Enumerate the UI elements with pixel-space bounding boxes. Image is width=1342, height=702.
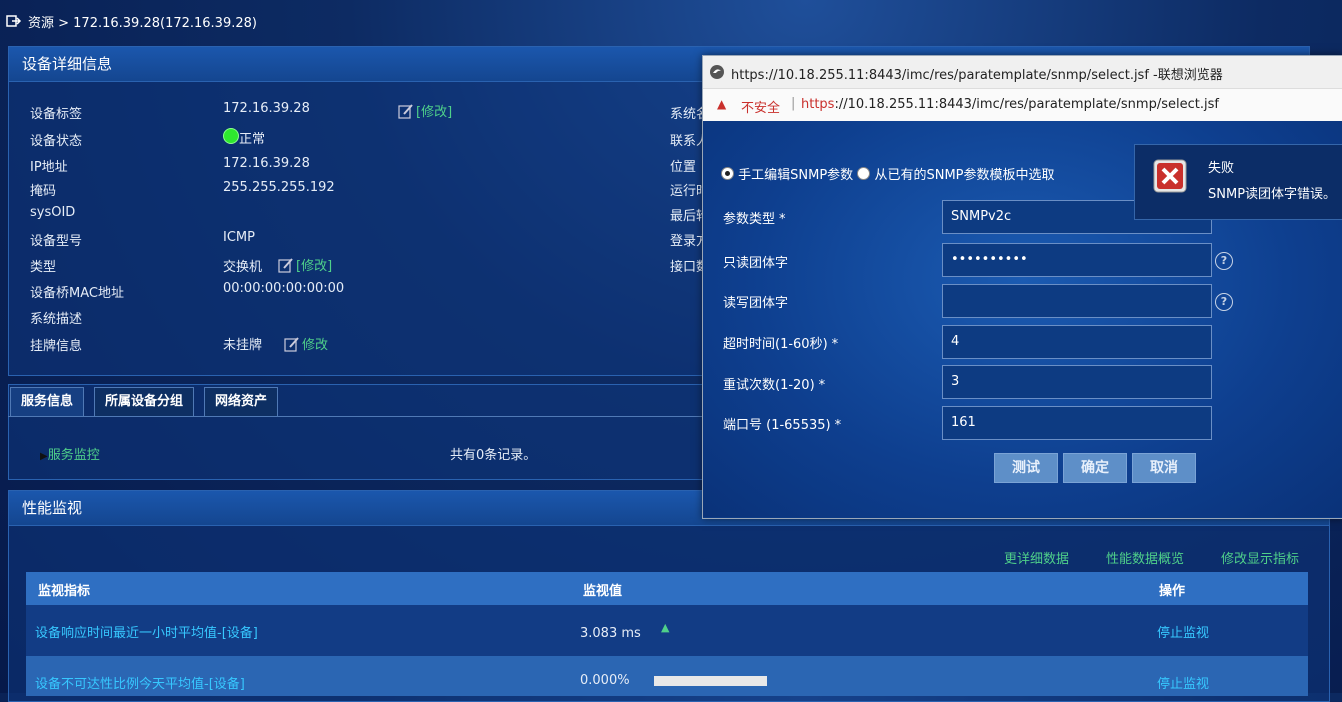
metric-link[interactable]: 设备不可达性比例今天平均值-[设备] [35,673,245,692]
status-ok-icon [223,128,239,144]
label-sysoid: sysOID [30,205,76,220]
timeout-input[interactable]: 4 [942,325,1212,359]
stop-monitor-link[interactable]: 停止监视 [1157,673,1209,692]
toast-message: SNMP读团体字错误。 [1208,187,1337,202]
label-read-community: 只读团体字 [723,256,789,271]
ok-button[interactable]: 确定 [1063,453,1127,483]
trend-up-icon: ▲ [661,621,670,634]
radio-template[interactable]: 从已有的SNMP参数模板中选取 [857,167,1055,183]
toast-title: 失败 [1208,161,1235,176]
tab-device-group[interactable]: 所属设备分组 [94,387,195,416]
snmp-select-popup: https://10.18.255.11:8443/imc/res/parate… [702,55,1342,519]
stop-monitor-link[interactable]: 停止监视 [1157,622,1209,641]
tab-network-assets[interactable]: 网络资产 [204,387,279,416]
metric-value: 0.000% [580,673,630,688]
radio-selected-icon [721,167,734,180]
value-type: 交换机 [223,260,263,275]
record-count: 共有0条记录。 [450,448,537,463]
value-tag-info: 未挂牌 [223,338,263,353]
edit-tag-info-link[interactable]: 修改 [284,334,328,353]
radio-unselected-icon [857,167,871,180]
edit-icon [284,336,299,352]
value-model: ICMP [223,230,255,245]
label-location: 位置 [670,160,697,175]
label-model: 设备型号 [30,234,83,249]
address-divider: | [791,96,796,111]
tab-service-info[interactable]: 服务信息 [10,387,85,416]
expand-arrow-icon: ▶ [40,451,48,462]
port-input[interactable]: 161 [942,406,1212,440]
perf-table-header [26,572,1308,605]
label-tag-info: 挂牌信息 [30,339,83,354]
availability-bar [654,676,767,686]
browser-logo-icon [710,65,724,79]
value-bridge-mac: 00:00:00:00:00:00 [223,281,345,296]
label-device-status: 设备状态 [30,134,83,149]
header-metric: 监视指标 [38,584,91,599]
url-scheme: https [801,97,835,112]
value-device-status: 正常 [223,128,265,147]
label-timeout: 超时时间(1-60秒) * [723,337,839,352]
edit-type-link[interactable]: [修改] [278,255,332,274]
edit-icon [278,257,293,273]
label-type: 类型 [30,260,57,275]
modify-metrics-link[interactable]: 修改显示指标 [1221,548,1299,567]
edit-label: [修改] [416,105,453,120]
label-bridge-mac: 设备桥MAC地址 [30,286,124,301]
insecure-label: 不安全 [741,101,781,116]
value-device-tag: 172.16.39.28 [223,101,310,116]
metric-link[interactable]: 设备响应时间最近一小时平均值-[设备] [35,622,258,641]
radio-manual-label: 手工编辑SNMP参数 [738,168,854,183]
value-mask: 255.255.255.192 [223,180,335,195]
resource-icon [6,14,22,27]
label-ip: IP地址 [30,160,68,175]
service-monitor-label: 服务监控 [47,448,100,463]
label-port: 端口号 (1-65535) * [723,418,842,433]
edit-label: [修改] [296,259,333,274]
radio-template-label: 从已有的SNMP参数模板中选取 [874,168,1055,183]
error-toast: 失败 SNMP读团体字错误。 [1134,144,1342,220]
breadcrumb: 资源 > 172.16.39.28(172.16.39.28) [6,12,257,31]
popup-window-title: https://10.18.255.11:8443/imc/res/parate… [731,68,1223,83]
radio-manual[interactable]: 手工编辑SNMP参数 [721,167,854,183]
edit-icon [398,103,413,119]
label-sys-desc: 系统描述 [30,312,83,327]
edit-label: 修改 [302,338,329,353]
more-detail-link[interactable]: 更详细数据 [1004,548,1069,567]
status-text: 正常 [239,132,266,147]
metric-value: 3.083 ms [580,626,641,641]
service-monitor-toggle[interactable]: ▶服务监控 [40,444,100,463]
popup-titlebar[interactable]: https://10.18.255.11:8443/imc/res/parate… [703,56,1342,88]
help-icon[interactable]: ? [1215,293,1233,311]
header-value: 监视值 [583,584,623,599]
perf-overview-link[interactable]: 性能数据概览 [1106,548,1184,567]
write-community-input[interactable] [942,284,1212,318]
cancel-button[interactable]: 取消 [1132,453,1196,483]
header-action: 操作 [1159,584,1186,599]
warning-icon: ▲ [717,97,727,111]
address-bar[interactable]: ▲ 不安全 | https://10.18.255.11:8443/imc/re… [703,88,1342,122]
label-mask: 掩码 [30,184,57,199]
address-url: https://10.18.255.11:8443/imc/res/parate… [801,97,1219,112]
label-write-community: 读写团体字 [723,296,789,311]
error-icon [1153,159,1187,193]
edit-device-tag-link[interactable]: [修改] [398,101,452,120]
help-icon[interactable]: ? [1215,252,1233,270]
radio-group: 手工编辑SNMP参数 从已有的SNMP参数模板中选取 [721,164,1055,183]
breadcrumb-text: 资源 > 172.16.39.28(172.16.39.28) [28,16,257,31]
test-button[interactable]: 测试 [994,453,1058,483]
url-rest: ://10.18.255.11:8443/imc/res/paratemplat… [834,97,1219,112]
label-retries: 重试次数(1-20) * [723,378,826,393]
label-param-type: 参数类型 * [723,212,786,227]
read-community-input[interactable]: •••••••••• [942,243,1212,277]
label-device-tag: 设备标签 [30,107,83,122]
retries-input[interactable]: 3 [942,365,1212,399]
value-ip: 172.16.39.28 [223,156,310,171]
